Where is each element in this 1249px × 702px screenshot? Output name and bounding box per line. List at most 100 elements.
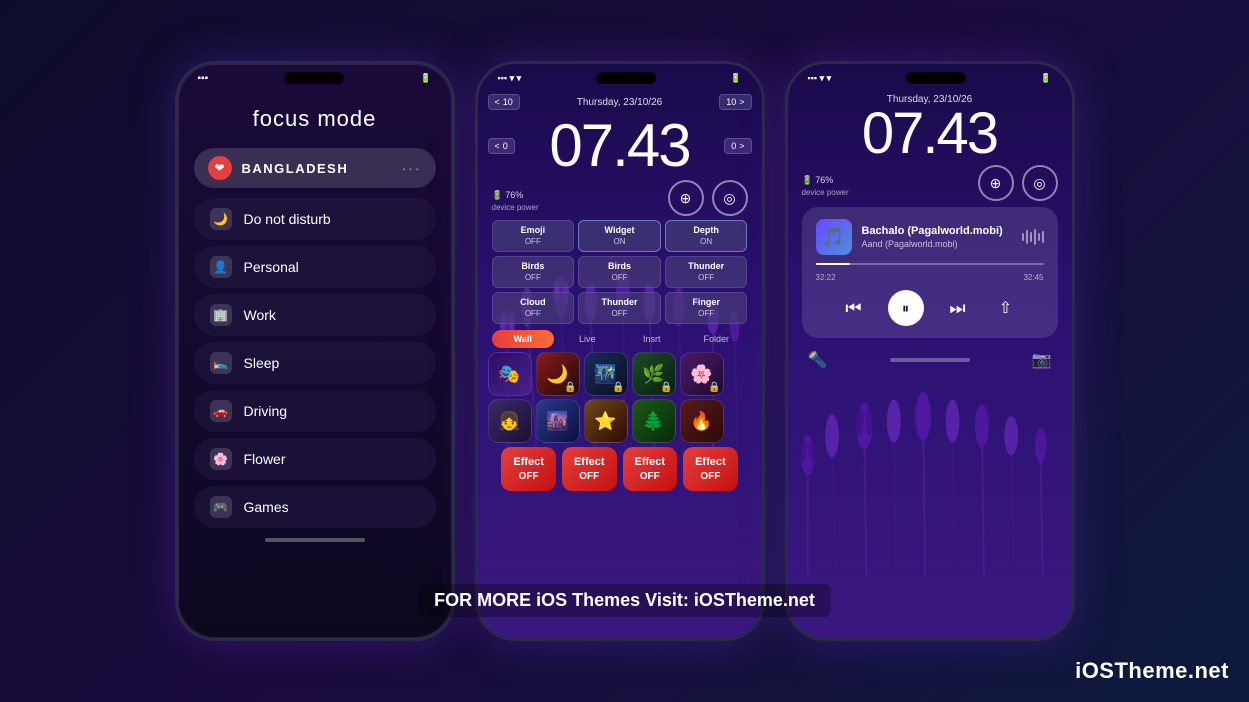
np-airplay-button[interactable]: ⇧ [992,294,1020,322]
effect-bottom-3[interactable]: Effect OFF [623,447,678,490]
nav-left-10[interactable]: <10 [488,94,520,110]
tab-insrt[interactable]: Insrt [621,330,684,348]
games-icon: 🎮 [210,496,232,518]
circle-3-camera[interactable]: ◎ [1022,165,1058,201]
effect-depth[interactable]: Depth ON [665,220,748,252]
music-note-icon: 🎵 [816,219,852,255]
thumb-8[interactable]: ⭐ [584,399,628,443]
camera-icon[interactable]: 📷 [1032,350,1052,370]
phone3-bg: ▪▪▪ ▾ ▾ 🔋 Thursday, 23/10/26 07.43 🔋 76%… [788,64,1072,638]
effect-thunder1[interactable]: Thunder OFF [665,256,748,288]
thumb-10[interactable]: 🔥 [680,399,724,443]
effect-bottom-1[interactable]: Effect OFF [501,447,556,490]
phone3-battery-info: 🔋 76% device power [802,170,849,197]
wave-bar-1 [1022,233,1024,241]
focus-menu-item-work[interactable]: 🏢 Work [194,294,436,336]
thumb-5-lock: 🔒 [708,382,720,393]
wave-bar-5 [1038,233,1040,241]
wave-bar-2 [1026,230,1028,244]
np-waveform [1022,229,1044,245]
focus-menu-item-games[interactable]: 🎮 Games [194,486,436,528]
phone-2: ▪▪▪ ▾ ▾ 🔋 <10 Thursday, 23/10/26 10> <0 … [475,61,765,641]
thumb-4[interactable]: 🌿 🔒 [632,352,676,396]
np-times: 32:22 32:45 [816,273,1044,282]
effect-cloud[interactable]: Cloud OFF [492,292,575,324]
circle-3-flashlight[interactable]: ⊕ [978,165,1014,201]
np-controls: ⏮ ⏸ ⏭ ⇧ [816,290,1044,326]
phone-3: ▪▪▪ ▾ ▾ 🔋 Thursday, 23/10/26 07.43 🔋 76%… [785,61,1075,641]
effect-bottom-4[interactable]: Effect OFF [683,447,738,490]
flashlight-icon[interactable]: 🔦 [808,350,828,370]
phone3-battery-percent: 🔋 76% [802,175,834,185]
thumb-5[interactable]: 🌸 🔒 [680,352,724,396]
watermark-bottom-right: iOSTheme.net [1075,658,1229,684]
nav-left-0[interactable]: <0 [488,138,515,154]
phone2-screen: ▪▪▪ ▾ ▾ 🔋 <10 Thursday, 23/10/26 10> <0 … [478,64,762,638]
battery-2: 🔋 [730,73,741,84]
thumb-3[interactable]: 🌃 🔒 [584,352,628,396]
notch-2 [596,72,656,84]
battery-percent: 🔋 76% [492,190,524,200]
battery-3: 🔋 [1040,73,1051,84]
driving-label: Driving [244,403,288,419]
battery-circles-row: 🔋 76% device power ⊕ ◎ [478,180,762,216]
effect-thunder2[interactable]: Thunder OFF [578,292,661,324]
effect-birds1[interactable]: Birds OFF [492,256,575,288]
tab-folder[interactable]: Folder [685,330,748,348]
np-header: 🎵 Bachalo (Pagalworld.mobi) Aand (Pagalw… [816,219,1044,255]
effect-widget[interactable]: Widget ON [578,220,661,252]
focus-menu-item-dnd[interactable]: 🌙 Do not disturb [194,198,436,240]
thumb-9[interactable]: 🌲 [632,399,676,443]
np-next-button[interactable]: ⏭ [944,294,972,322]
np-progress-bar[interactable] [816,263,1044,265]
thumb-6-inner: 👧 [489,400,531,442]
effect-birds2[interactable]: Birds OFF [578,256,661,288]
phone2-bg: ▪▪▪ ▾ ▾ 🔋 <10 Thursday, 23/10/26 10> <0 … [478,64,762,638]
thumb-1[interactable]: 🎭 [488,352,532,396]
now-playing-card: 🎵 Bachalo (Pagalworld.mobi) Aand (Pagalw… [802,207,1058,338]
notch-area [284,72,344,84]
flower-label: Flower [244,451,286,467]
focus-menu-item-personal[interactable]: 👤 Personal [194,246,436,288]
phone-1: ▪▪▪ 🔋 focus mode ❤ BANGLADESH ··· 🌙 Do n… [175,61,455,641]
tab-wall[interactable]: Wall [492,330,555,348]
effect-emoji[interactable]: Emoji OFF [492,220,575,252]
thumb-2[interactable]: 🌙 🔒 [536,352,580,396]
np-prev-button[interactable]: ⏮ [840,294,868,322]
focus-more-dots[interactable]: ··· [402,160,422,176]
circle-timer[interactable]: ◎ [712,180,748,216]
nav-right-10[interactable]: 10> [719,94,751,110]
focus-active-item[interactable]: ❤ BANGLADESH ··· [194,148,436,188]
nav-right-0[interactable]: 0> [724,138,751,154]
battery-icon: 🔋 [420,73,431,84]
effect-bottom-2[interactable]: Effect OFF [562,447,617,490]
focus-menu-item-flower[interactable]: 🌸 Flower [194,438,436,480]
focus-title: focus mode [194,106,436,132]
status-bar-1: ▪▪▪ 🔋 [178,64,452,88]
work-icon: 🏢 [210,304,232,326]
personal-label: Personal [244,259,299,275]
lock-circles-2: ⊕ ◎ [668,180,748,216]
focus-menu-item-sleep[interactable]: 🛌 Sleep [194,342,436,384]
np-artist-name: Aand (Pagalworld.mobi) [862,239,1022,249]
np-total-time: 32:45 [1023,273,1043,282]
home-indicator-1 [265,538,365,542]
focus-menu-item-driving[interactable]: 🚗 Driving [194,390,436,432]
np-play-pause-button[interactable]: ⏸ [888,290,924,326]
phone2-lock-content: <10 Thursday, 23/10/26 10> <0 07.43 0> 🔋… [478,88,762,491]
thumb-6[interactable]: 👧 [488,399,532,443]
tab-live[interactable]: Live [556,330,619,348]
thumb-7[interactable]: 🌆 [536,399,580,443]
phone3-screen: ▪▪▪ ▾ ▾ 🔋 Thursday, 23/10/26 07.43 🔋 76%… [788,64,1072,638]
nav-arrows-row2: <0 07.43 0> [478,114,762,178]
thumb-3-lock: 🔒 [612,382,624,393]
phone3-circles: ⊕ ◎ [978,165,1058,201]
circle-flashlight[interactable]: ⊕ [668,180,704,216]
status-bar-2: ▪▪▪ ▾ ▾ 🔋 [478,64,762,88]
lock-time-3: 07.43 [862,105,997,163]
np-current-time: 32:22 [816,273,836,282]
effect-finger[interactable]: Finger OFF [665,292,748,324]
effects-grid: Emoji OFF Widget ON Depth ON Birds [478,220,762,324]
phones-container: ▪▪▪ 🔋 focus mode ❤ BANGLADESH ··· 🌙 Do n… [155,41,1095,661]
thumb-1-inner: 🎭 [489,353,531,395]
